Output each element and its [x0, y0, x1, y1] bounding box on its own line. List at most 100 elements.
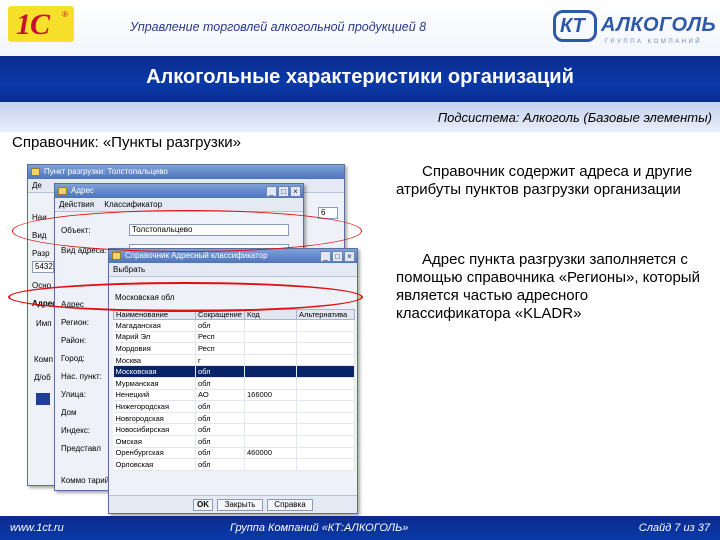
org-selected-cell[interactable]: [36, 393, 50, 405]
close-icon[interactable]: ×: [344, 251, 355, 262]
logo-kt-letters: КТ: [560, 15, 585, 37]
classifier-button[interactable]: Классификатор: [104, 200, 162, 209]
cell-alternative: [296, 447, 356, 460]
actions-menu[interactable]: Действия: [59, 200, 94, 209]
table-row[interactable]: Омская обл: [113, 435, 356, 448]
slide-title: Алкогольные характеристики организаций: [146, 66, 574, 88]
cell-name: Московская: [113, 365, 196, 378]
table-row[interactable]: Московская обл: [113, 365, 356, 378]
cell-name: Магаданская: [113, 319, 196, 332]
slide-footer: www.1ct.ru Группа Компаний «КТ:АЛКОГОЛЬ»…: [0, 516, 720, 540]
table-row[interactable]: Новосибирская обл: [113, 423, 356, 436]
logo-kt-sub: ГРУППА КОМПАНИЙ: [605, 39, 703, 45]
catalog-heading: Справочник: «Пункты разгрузки»: [12, 134, 241, 151]
cell-short: обл: [195, 365, 245, 378]
cell-code: [244, 412, 297, 425]
close-button[interactable]: Закрыть: [217, 499, 263, 511]
cell-code: [244, 400, 297, 413]
cell-short: обл: [195, 435, 245, 448]
table-row[interactable]: Мурманская обл: [113, 377, 356, 390]
cell-short: обл: [195, 412, 245, 425]
minimize-icon[interactable]: _: [266, 186, 277, 197]
cell-name: Ненецкий: [113, 389, 196, 402]
column-header-alternative[interactable]: Альтернатива: [295, 309, 356, 320]
table-row[interactable]: Мордовия Респ: [113, 342, 356, 355]
registered-icon: ®: [62, 10, 68, 19]
table-row[interactable]: Ненецкий АО 166000: [113, 389, 356, 402]
cell-short: обл: [195, 423, 245, 436]
cell-short: обл: [195, 458, 245, 471]
window-controls: _ □ ×: [265, 185, 301, 199]
org-label-doc: Д/об: [34, 373, 51, 382]
footer-company: Группа Компаний «КТ:АЛКОГОЛЬ»: [230, 522, 409, 534]
cell-short: обл: [195, 447, 245, 460]
column-header-code[interactable]: Код: [243, 309, 297, 320]
cell-name: Марий Эл: [113, 331, 196, 344]
table-row[interactable]: Новгородская обл: [113, 412, 356, 425]
maximize-icon[interactable]: □: [332, 251, 343, 262]
header-title: Управление торговлей алкогольной продукц…: [130, 20, 427, 34]
cell-name: Орловская: [113, 458, 196, 471]
cell-code: 166000: [244, 389, 297, 402]
cell-alternative: [296, 354, 356, 367]
table-row[interactable]: Марий Эл Респ: [113, 331, 356, 344]
cell-alternative: [296, 412, 356, 425]
cell-short: г: [195, 354, 245, 367]
title-band: Алкогольные характеристики организаций: [0, 56, 720, 102]
logo-kt-box: КТ: [553, 10, 597, 42]
cell-code: [244, 319, 297, 332]
kind-highlight-ellipse: [12, 210, 362, 252]
description-paragraph-1: Справочник содержит адреса и другие атри…: [396, 163, 693, 198]
cell-code: [244, 377, 297, 390]
cell-name: Москва: [113, 354, 196, 367]
cell-alternative: [296, 319, 356, 332]
cell-name: Омская: [113, 435, 196, 448]
district-label: Район:: [61, 336, 87, 345]
window-controls: _ □ ×: [319, 250, 355, 264]
unload-point-title: Пункт разгрузки: Толстопальцево: [44, 167, 168, 176]
actions-menu[interactable]: Де: [32, 181, 42, 190]
cell-code: [244, 458, 297, 471]
help-button[interactable]: Справка: [267, 499, 313, 511]
street-label: Улица:: [61, 390, 86, 399]
table-row[interactable]: Оренбургская обл 460000: [113, 447, 356, 460]
address-highlight-ellipse: [8, 282, 363, 312]
cell-short: обл: [195, 400, 245, 413]
table-row[interactable]: Москва г: [113, 354, 356, 367]
window-icon: [31, 168, 40, 176]
footer-slide-number: Слайд 7 из 37: [638, 522, 710, 534]
postcode-label: Индекс:: [61, 426, 91, 435]
table-row[interactable]: Магаданская обл: [113, 319, 356, 332]
cell-short: Респ: [195, 331, 245, 344]
ok-button[interactable]: OK: [193, 499, 213, 511]
cell-name: Нижегородская: [113, 400, 196, 413]
close-icon[interactable]: ×: [290, 186, 301, 197]
cell-alternative: [296, 423, 356, 436]
cell-alternative: [296, 342, 356, 355]
table-row[interactable]: Нижегородская обл: [113, 400, 356, 413]
cell-name: Новгородская: [113, 412, 196, 425]
cell-code: [244, 365, 297, 378]
city-label: Город:: [61, 354, 85, 363]
subsystem-label: Подсистема: Алкоголь (Базовые элементы): [437, 110, 712, 125]
cell-name: Мордовия: [113, 342, 196, 355]
table-row[interactable]: Орловская обл: [113, 458, 356, 471]
slide-header: 1С ® Управление торговлей алкогольной пр…: [0, 0, 720, 56]
cell-alternative: [296, 365, 356, 378]
classifier-title: Справочник Адресный классификатор: [125, 251, 268, 260]
minimize-icon[interactable]: _: [320, 251, 331, 262]
region-label: Регион:: [61, 318, 89, 327]
cell-alternative: [296, 389, 356, 402]
subsystem-band: Подсистема: Алкоголь (Базовые элементы): [0, 102, 720, 132]
cell-short: Респ: [195, 342, 245, 355]
select-button[interactable]: Выбрать: [113, 265, 145, 274]
cell-name: Оренбургская: [113, 447, 196, 460]
presentation-label: Представл: [61, 444, 101, 453]
org-label-import: Имп: [36, 319, 52, 328]
org-permit-field[interactable]: 5432: [32, 261, 54, 273]
classifier-button-bar: OK Закрыть Справка: [109, 495, 357, 513]
logo-kt-alkogol: КТ АЛКОГОЛЬ ГРУППА КОМПАНИЙ: [553, 8, 716, 48]
footer-url[interactable]: www.1ct.ru: [10, 522, 64, 534]
cell-short: обл: [195, 319, 245, 332]
maximize-icon[interactable]: □: [278, 186, 289, 197]
